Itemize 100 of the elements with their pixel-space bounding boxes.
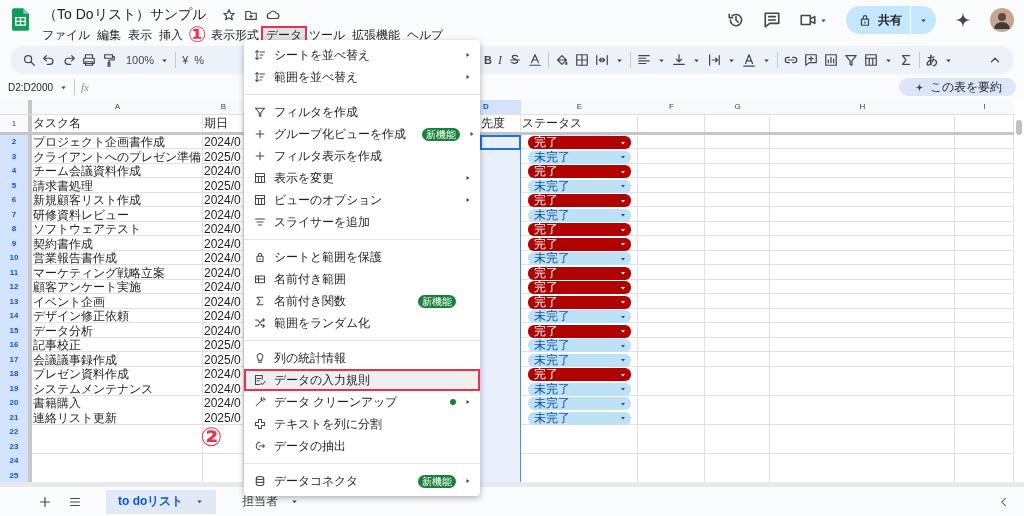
menu-item[interactable]: グループ化ビューを作成 新機能 bbox=[244, 123, 480, 145]
table-cell-text: 2024/0 bbox=[203, 396, 242, 411]
table-cell-text: プロジェクト企画書作成 bbox=[32, 135, 166, 150]
row-header[interactable]: 20 bbox=[0, 396, 32, 411]
row-header[interactable]: 24 bbox=[0, 454, 32, 469]
menu-item[interactable]: 列の統計情報 bbox=[244, 347, 480, 369]
menu-item[interactable]: シートを並べ替え bbox=[244, 44, 480, 66]
row-header[interactable]: 22 bbox=[0, 425, 32, 440]
table-cell-text: 期日 bbox=[203, 115, 229, 132]
name-box[interactable]: D2:D2000 bbox=[8, 81, 54, 93]
menu-item[interactable]: ヘルプ bbox=[403, 27, 446, 43]
menu-item[interactable]: データコネクタ 新機能 bbox=[244, 470, 480, 492]
status-chip[interactable]: 未完了 bbox=[528, 382, 631, 396]
table-cell-text: 2024/0 bbox=[203, 207, 242, 222]
status-chip[interactable]: 未完了 bbox=[528, 310, 631, 323]
status-chip[interactable]: 未完了 bbox=[528, 339, 631, 352]
status-chip[interactable]: 完了 bbox=[528, 194, 631, 207]
menu-item[interactable]: フィルタを作成 bbox=[244, 101, 480, 123]
column-header[interactable]: G bbox=[705, 100, 770, 114]
status-chip[interactable]: 未完了 bbox=[528, 411, 631, 425]
table-cell-text: 2024/0 bbox=[203, 323, 242, 338]
table-cell-text: 2024/0 bbox=[203, 280, 242, 295]
menu-item[interactable]: 拡張機能 bbox=[348, 27, 403, 43]
column-header[interactable]: I bbox=[955, 100, 1014, 114]
table-cell-text: 2024/0 bbox=[203, 135, 242, 150]
status-chip[interactable]: 未完了 bbox=[528, 252, 631, 265]
currency-format-button[interactable]: ¥ bbox=[182, 54, 189, 66]
menu-item[interactable]: 編集 bbox=[94, 27, 124, 43]
menu-item[interactable]: データの入力規則 bbox=[244, 369, 480, 391]
percent-format-button[interactable]: % bbox=[194, 54, 205, 66]
row-header[interactable]: 14 bbox=[0, 309, 32, 324]
table-cell-text: 2024/0 bbox=[203, 265, 242, 280]
menu-item[interactable]: 表示 bbox=[125, 27, 155, 43]
row-header[interactable]: 10 bbox=[0, 251, 32, 266]
table-cell-text: 2024/0 bbox=[203, 294, 242, 309]
menu-item[interactable]: 挿入 bbox=[156, 27, 186, 43]
status-chip[interactable]: 未完了 bbox=[528, 397, 631, 410]
italic-button[interactable]: I bbox=[498, 52, 502, 68]
menu-item[interactable]: 表示を変更 bbox=[244, 167, 480, 189]
row-header[interactable]: 8 bbox=[0, 222, 32, 237]
menu-item[interactable]: データ クリーンアップ bbox=[244, 391, 480, 413]
menu-item[interactable]: ビューのオプション bbox=[244, 189, 480, 211]
menu-item[interactable]: フィルタ表示を作成 bbox=[244, 145, 480, 167]
status-chip[interactable]: 完了 bbox=[528, 281, 631, 294]
column-header[interactable]: B bbox=[203, 100, 244, 114]
menu-item[interactable]: テキストを列に分割 bbox=[244, 413, 480, 435]
status-chip[interactable]: 未完了 bbox=[528, 353, 631, 367]
share-button[interactable]: 共有 bbox=[846, 6, 936, 34]
menu-item[interactable]: 名前付き範囲 bbox=[244, 268, 480, 290]
status-chip[interactable]: 完了 bbox=[528, 223, 631, 236]
summarize-button[interactable]: この表を要約 bbox=[899, 78, 1016, 96]
menu-item[interactable]: シートと範囲を保護 bbox=[244, 246, 480, 268]
document-title[interactable]: （To Doリスト）サンプル bbox=[43, 6, 206, 24]
table-cell-text: 2024/0 bbox=[203, 381, 242, 396]
zoom-select[interactable]: 100% bbox=[126, 54, 155, 66]
formula-label: fx bbox=[81, 81, 89, 93]
column-header[interactable]: D bbox=[480, 100, 521, 114]
new-badge: 新機能 bbox=[418, 294, 456, 308]
row-header[interactable]: 12 bbox=[0, 280, 32, 295]
status-chip[interactable]: 完了 bbox=[528, 237, 631, 251]
menu-item[interactable]: ファイル bbox=[39, 27, 93, 43]
status-chip[interactable]: 完了 bbox=[528, 136, 631, 149]
status-chip[interactable]: 完了 bbox=[528, 266, 631, 280]
status-chip[interactable]: 未完了 bbox=[528, 179, 631, 193]
status-chip[interactable]: 完了 bbox=[528, 165, 631, 178]
column-header[interactable]: A bbox=[32, 100, 203, 114]
status-chip[interactable]: 完了 bbox=[528, 324, 631, 338]
sheet-tab[interactable]: 担当者 bbox=[232, 489, 310, 514]
menu-item[interactable]: ツール bbox=[305, 27, 348, 43]
sheet-tab[interactable]: to doリスト bbox=[106, 489, 217, 514]
bold-button[interactable]: B bbox=[484, 54, 492, 66]
status-chip[interactable]: 完了 bbox=[528, 368, 631, 381]
row-header[interactable]: 16 bbox=[0, 338, 32, 353]
column-header[interactable]: E bbox=[521, 100, 638, 114]
status-chip[interactable]: 未完了 bbox=[528, 150, 631, 164]
menu-item[interactable]: 範囲を並べ替え bbox=[244, 66, 480, 88]
menu-item[interactable]: 範囲をランダム化 bbox=[244, 312, 480, 334]
table-cell-text: プレゼン資料作成 bbox=[32, 367, 130, 382]
menu-item[interactable]: 表示形式 bbox=[207, 27, 262, 43]
input-tools-button[interactable]: あ bbox=[926, 51, 938, 69]
table-cell-text: 新規顧客リスト作成 bbox=[32, 193, 142, 208]
row-header[interactable]: 18 bbox=[0, 367, 32, 382]
table-cell-text: 2024/0 bbox=[203, 222, 242, 237]
column-header[interactable]: F bbox=[638, 100, 705, 114]
row-header[interactable]: 4 bbox=[0, 164, 32, 179]
status-chip[interactable]: 完了 bbox=[528, 295, 631, 309]
row-header[interactable]: 6 bbox=[0, 193, 32, 208]
table-cell-text: 会議議事録作成 bbox=[32, 352, 118, 367]
table-cell-text: 2024/0 bbox=[203, 251, 242, 266]
table-cell-text: システムメンテナンス bbox=[32, 381, 154, 396]
table-cell-text: 記事校正 bbox=[32, 338, 82, 353]
table-cell-text: タスク名 bbox=[32, 115, 82, 132]
menu-item[interactable]: スライサーを追加 bbox=[244, 211, 480, 233]
status-chip[interactable]: 未完了 bbox=[528, 208, 631, 222]
row-header[interactable]: 1 bbox=[0, 115, 32, 132]
column-header[interactable]: H bbox=[770, 100, 955, 114]
row-header[interactable]: 2 bbox=[0, 135, 32, 150]
table-cell-text: 研修資料レビュー bbox=[32, 207, 130, 222]
menu-item[interactable]: データの抽出 bbox=[244, 435, 480, 457]
menu-item[interactable]: 名前付き関数 新機能 bbox=[244, 290, 480, 312]
